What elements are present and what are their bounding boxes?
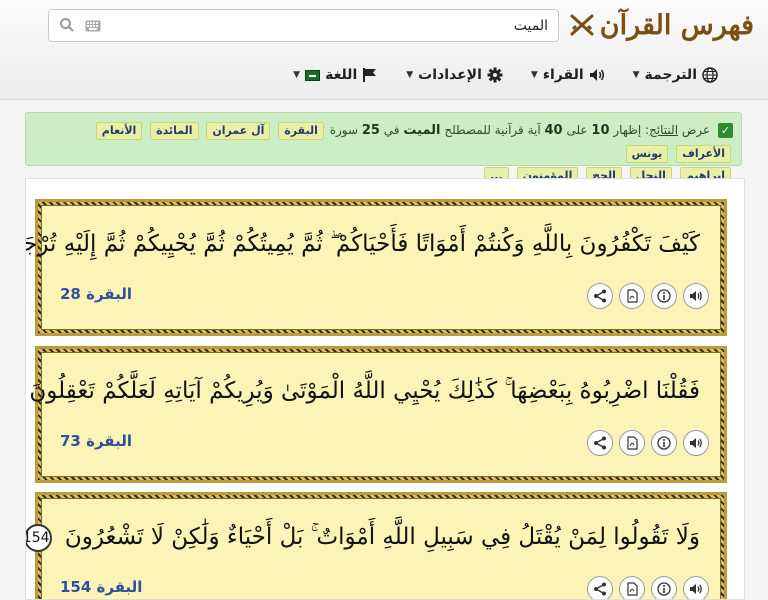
shown-count: 10	[591, 123, 610, 138]
play-audio-button[interactable]	[683, 430, 709, 456]
verse-number: 154	[26, 524, 52, 552]
surah-badge[interactable]: البقرة	[278, 122, 324, 140]
speaker-icon	[690, 438, 702, 448]
menu-translation[interactable]: الترجمة ▼	[619, 60, 732, 90]
menu-language-label: اللغة	[325, 67, 358, 83]
info-icon	[657, 289, 671, 303]
notice-text-1: : إظهار	[613, 123, 650, 137]
pdf-file-icon	[627, 289, 638, 303]
verse-actions	[587, 576, 709, 599]
info-button[interactable]	[651, 576, 677, 599]
pdf-button[interactable]	[619, 283, 645, 309]
speaker-icon	[690, 291, 702, 301]
verse-text: وَلَا تَقُولُوا لِمَنْ يُقْتَلُ فِي سَبِ…	[26, 514, 700, 560]
info-button[interactable]	[651, 283, 677, 309]
verse-text: فَقُلْنَا اضْرِبُوهُ بِبَعْضِهَا ۚ كَذَٰ…	[29, 368, 700, 414]
results-link[interactable]: النتائج	[649, 123, 678, 137]
verse-text: كَيْفَ تَكْفُرُونَ بِاللَّهِ وَكُنتُمْ أ…	[26, 221, 700, 267]
info-button[interactable]	[651, 430, 677, 456]
verse-reference-link[interactable]: البقرة 73	[60, 432, 132, 450]
verse-reference-link[interactable]: البقرة 28	[60, 285, 132, 303]
globe-icon	[702, 67, 718, 83]
verse-card-inner: وَلَا تَقُولُوا لِمَنْ يُقْتَلُ فِي سَبِ…	[26, 498, 721, 599]
verse-arabic: كَيْفَ تَكْفُرُونَ بِاللَّهِ وَكُنتُمْ أ…	[25, 231, 700, 257]
total-count: 40	[544, 123, 563, 138]
verse-arabic: فَقُلْنَا اضْرِبُوهُ بِبَعْضِهَا ۚ كَذَٰ…	[29, 378, 700, 404]
search-icon[interactable]	[59, 17, 75, 33]
search-box[interactable]	[48, 9, 559, 42]
check-icon: ✓	[718, 123, 733, 138]
notice-text-2: على	[566, 123, 588, 137]
saudi-flag-icon	[305, 69, 321, 81]
card-ornament-border: كَيْفَ تَكْفُرُونَ بِاللَّهِ وَكُنتُمْ أ…	[26, 202, 724, 333]
caret-down-icon: ▼	[293, 70, 301, 80]
card-ornament-border: فَقُلْنَا اضْرِبُوهُ بِبَعْضِهَا ۚ كَذَٰ…	[29, 349, 724, 480]
share-icon	[594, 289, 606, 303]
brand-title[interactable]: فهرس القرآن	[600, 10, 754, 41]
play-audio-button[interactable]	[683, 283, 709, 309]
caret-down-icon: ▼	[406, 70, 414, 80]
menu-reciters[interactable]: القراء ▼	[517, 60, 619, 90]
flag-icon	[363, 68, 377, 82]
pdf-file-icon	[627, 582, 638, 596]
verse-card: كَيْفَ تَكْفُرُونَ بِاللَّهِ وَكُنتُمْ أ…	[26, 199, 727, 336]
menu-translation-label: الترجمة	[644, 67, 697, 83]
crossed-swords-icon	[570, 14, 594, 36]
search-input[interactable]	[148, 15, 548, 37]
notice-text-5: سورة	[329, 123, 359, 137]
menu-language[interactable]: اللغة ▼	[279, 60, 392, 90]
results-panel: كَيْفَ تَكْفُرُونَ بِاللَّهِ وَكُنتُمْ أ…	[25, 178, 745, 600]
verse-card-inner: كَيْفَ تَكْفُرُونَ بِاللَّهِ وَكُنتُمْ أ…	[26, 205, 721, 330]
info-icon	[657, 436, 671, 450]
pdf-file-icon	[627, 436, 638, 450]
verse-arabic: وَلَا تَقُولُوا لِمَنْ يُقْتَلُ فِي سَبِ…	[64, 524, 700, 550]
main-menu: الترجمة ▼ القراء ▼ الإعدادات ▼ اللغة ▼	[279, 60, 732, 90]
verse-actions	[587, 283, 709, 309]
share-icon	[594, 436, 606, 450]
search-term: الميت	[403, 123, 441, 138]
surah-badge[interactable]: يونس	[625, 145, 669, 163]
surah-badge[interactable]: آل عمران	[206, 122, 271, 140]
brand-logo[interactable]: فهرس القرآن	[570, 6, 754, 44]
surah-badge[interactable]: المائدة	[150, 122, 199, 140]
caret-down-icon: ▼	[632, 70, 640, 80]
verse-reference-link[interactable]: البقرة 154	[60, 578, 142, 596]
results-notice: ✓ عرض النتائج: إظهار 10 على 40 آية قرآني…	[25, 112, 742, 185]
info-icon	[657, 582, 671, 596]
verse-card: فَقُلْنَا اضْرِبُوهُ بِبَعْضِهَا ۚ كَذَٰ…	[29, 346, 727, 483]
speaker-icon	[589, 69, 604, 81]
play-audio-button[interactable]	[683, 576, 709, 599]
verse-actions	[587, 430, 709, 456]
pdf-button[interactable]	[619, 430, 645, 456]
pdf-button[interactable]	[619, 576, 645, 599]
menu-reciters-label: القراء	[542, 67, 584, 83]
verse-card-inner: فَقُلْنَا اضْرِبُوهُ بِبَعْضِهَا ۚ كَذَٰ…	[29, 352, 721, 477]
card-ornament-border: وَلَا تَقُولُوا لِمَنْ يُقْتَلُ فِي سَبِ…	[26, 495, 724, 599]
surah-badge[interactable]: الأعراف	[676, 145, 731, 163]
share-icon	[594, 582, 606, 596]
menu-settings-label: الإعدادات	[418, 67, 482, 83]
surah-count: 25	[361, 123, 380, 138]
top-header: فهرس القرآن الترجمة ▼	[0, 0, 768, 100]
speaker-icon	[690, 584, 702, 594]
share-button[interactable]	[587, 576, 613, 599]
verse-card: وَلَا تَقُولُوا لِمَنْ يُقْتَلُ فِي سَبِ…	[26, 492, 727, 599]
menu-settings[interactable]: الإعدادات ▼	[392, 60, 517, 90]
caret-down-icon: ▼	[530, 70, 538, 80]
surah-badge[interactable]: الأنعام	[95, 122, 143, 140]
notice-text-4: في	[383, 123, 400, 137]
share-button[interactable]	[587, 283, 613, 309]
gear-icon	[487, 67, 503, 83]
notice-prefix: عرض	[681, 123, 711, 137]
keyboard-icon[interactable]	[85, 20, 101, 32]
share-button[interactable]	[587, 430, 613, 456]
notice-text-3: آية قرآنية للمصطلح	[444, 123, 541, 137]
